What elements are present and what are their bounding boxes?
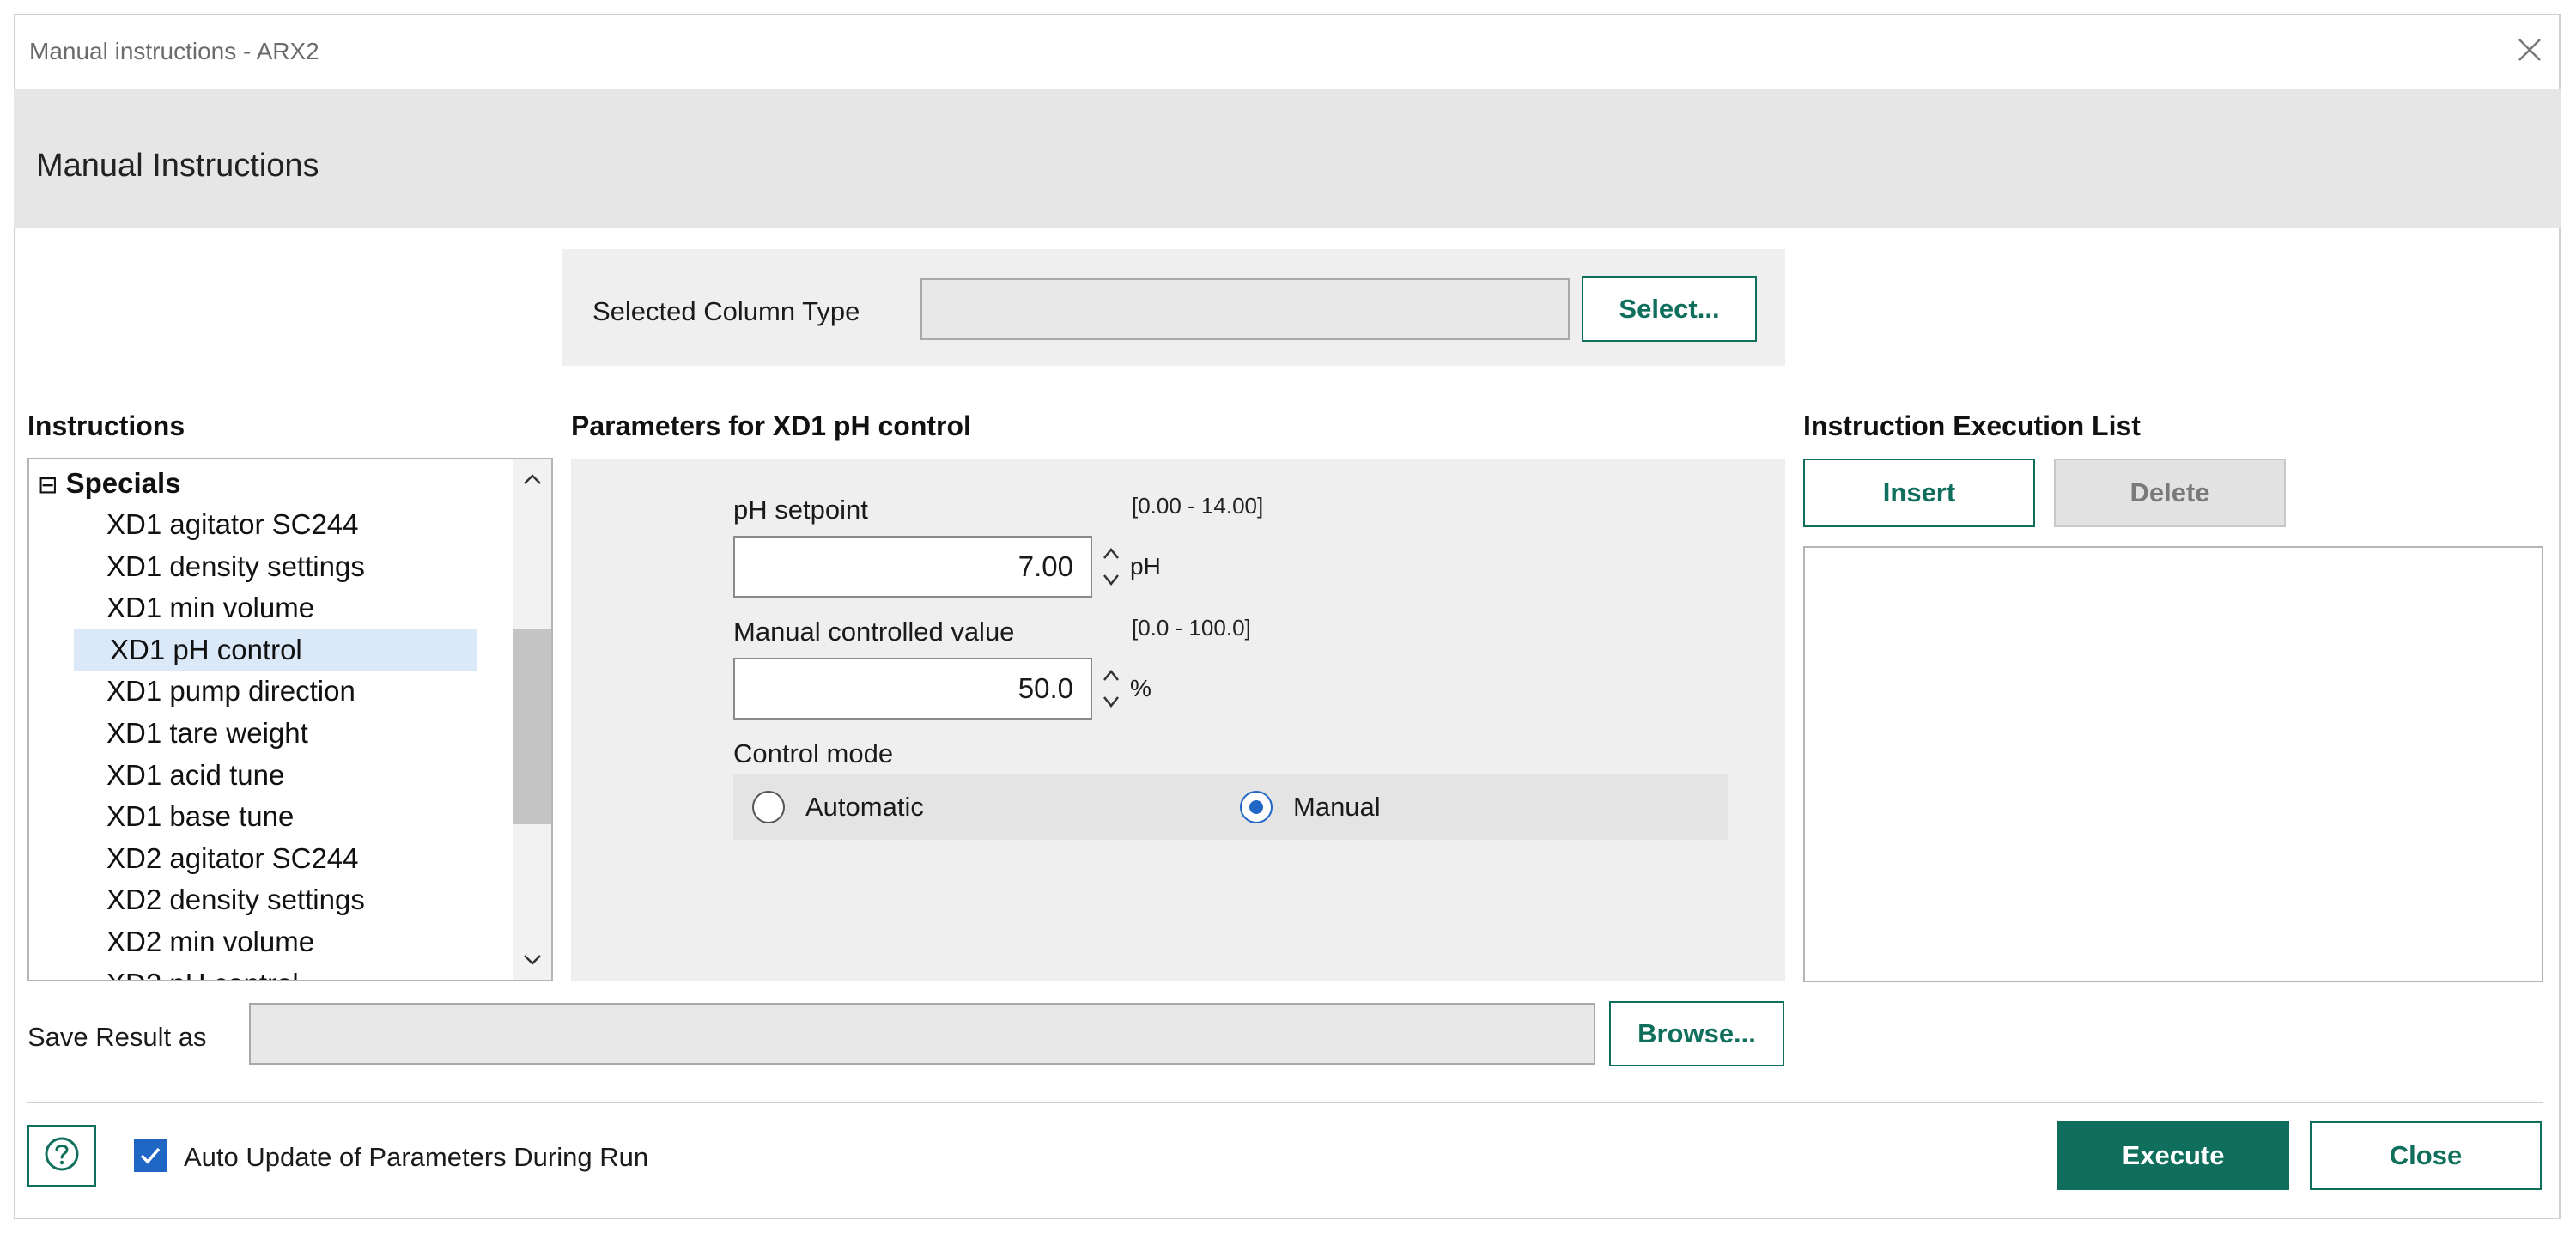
collapse-icon[interactable]: ⊟	[38, 471, 58, 498]
instructions-tree[interactable]: ⊟ Specials XD1 agitator SC244 XD1 density…	[27, 458, 553, 981]
page-title: Manual Instructions	[36, 148, 319, 184]
footer-divider	[27, 1102, 2543, 1103]
tree-item[interactable]: XD1 min volume	[106, 587, 314, 629]
tree-item[interactable]: XD2 pH control	[106, 963, 299, 980]
scroll-up-icon[interactable]	[520, 471, 544, 492]
manual-value-input[interactable]: 50.0	[733, 658, 1092, 720]
execute-button[interactable]: Execute	[2057, 1121, 2289, 1190]
manual-radio-label[interactable]: Manual	[1293, 792, 1381, 823]
ph-setpoint-input[interactable]: 7.00	[733, 536, 1092, 598]
ph-setpoint-range: [0.00 - 14.00]	[1132, 493, 1264, 519]
execution-list-heading: Instruction Execution List	[1803, 410, 2141, 441]
manual-radio[interactable]	[1240, 791, 1273, 823]
tree-item[interactable]: XD1 pH control	[74, 629, 477, 671]
automatic-radio[interactable]	[752, 791, 785, 823]
close-icon[interactable]	[2514, 34, 2545, 65]
tree-group-label: Specials	[65, 467, 181, 499]
auto-update-label[interactable]: Auto Update of Parameters During Run	[184, 1142, 648, 1173]
tree-item[interactable]: XD2 min volume	[106, 921, 314, 963]
tree-item[interactable]: XD1 agitator SC244	[106, 504, 359, 545]
manual-value-label: Manual controlled value	[733, 616, 1015, 647]
browse-button[interactable]: Browse...	[1609, 1001, 1784, 1066]
window-title: Manual instructions - ARX2	[29, 38, 319, 64]
header-band	[14, 89, 2561, 228]
close-button[interactable]: Close	[2310, 1121, 2542, 1190]
ph-setpoint-label: pH setpoint	[733, 495, 868, 525]
tree-item[interactable]: XD1 density settings	[106, 546, 365, 587]
insert-button[interactable]: Insert	[1803, 459, 2035, 527]
save-result-field[interactable]	[249, 1003, 1595, 1065]
help-button[interactable]	[27, 1125, 96, 1187]
ph-setpoint-spinner-icon[interactable]	[1099, 541, 1123, 597]
manual-value-range: [0.0 - 100.0]	[1132, 615, 1251, 641]
tree-scroll-thumb[interactable]	[513, 629, 551, 824]
scroll-down-icon[interactable]	[520, 951, 544, 973]
auto-update-checkbox[interactable]	[134, 1139, 167, 1172]
tree-item[interactable]: XD2 density settings	[106, 879, 365, 920]
control-mode-label: Control mode	[733, 738, 894, 768]
tree-item[interactable]: XD1 tare weight	[106, 713, 308, 754]
select-button[interactable]: Select...	[1582, 276, 1757, 342]
manual-value-spinner-icon[interactable]	[1099, 663, 1123, 719]
tree-item[interactable]: XD1 pump direction	[106, 671, 355, 712]
help-icon	[43, 1135, 81, 1177]
tree-item[interactable]: XD2 agitator SC244	[106, 838, 359, 879]
tree-item[interactable]: XD1 base tune	[106, 796, 294, 837]
save-result-label: Save Result as	[27, 1022, 207, 1052]
percent-unit: %	[1130, 675, 1151, 702]
ph-unit: pH	[1130, 553, 1161, 580]
delete-button[interactable]: Delete	[2054, 459, 2286, 527]
instructions-heading: Instructions	[27, 410, 185, 441]
parameters-heading: Parameters for XD1 pH control	[571, 410, 971, 441]
automatic-radio-label[interactable]: Automatic	[805, 792, 924, 823]
execution-list[interactable]	[1803, 546, 2543, 982]
tree-item[interactable]: XD1 acid tune	[106, 755, 284, 796]
column-type-field[interactable]	[920, 278, 1570, 340]
column-type-label: Selected Column Type	[592, 296, 860, 326]
tree-group-specials[interactable]: ⊟ Specials	[38, 463, 181, 504]
